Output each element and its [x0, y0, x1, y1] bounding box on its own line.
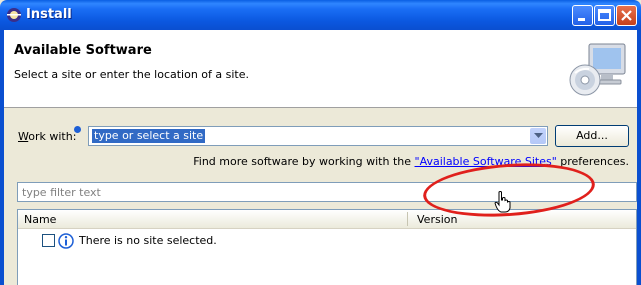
minimize-icon	[578, 18, 585, 21]
eclipse-app-icon	[7, 8, 21, 22]
page-title: Available Software	[14, 43, 152, 58]
close-button[interactable]	[616, 5, 637, 26]
add-button[interactable]: Add...	[555, 125, 629, 147]
work-with-combo[interactable]: type or select a site	[88, 126, 548, 146]
chevron-down-icon	[534, 133, 543, 138]
close-icon	[621, 10, 632, 21]
info-icon	[58, 233, 74, 249]
work-with-value[interactable]: type or select a site	[92, 129, 206, 143]
info-decoration-icon	[74, 126, 81, 133]
software-table[interactable]: Name Version There is no site selected.	[17, 209, 637, 285]
row-text: There is no site selected.	[79, 234, 217, 247]
window-title: Install	[26, 7, 72, 22]
column-header-version[interactable]: Version	[417, 213, 457, 226]
minimize-button[interactable]	[572, 5, 593, 26]
maximize-button[interactable]	[594, 5, 615, 26]
install-wizard-icon	[569, 43, 626, 96]
column-divider[interactable]	[407, 212, 408, 226]
filter-placeholder: type filter text	[22, 186, 101, 199]
combo-dropdown-button[interactable]	[530, 128, 546, 144]
page-header: Available Software Select a site or ente…	[4, 30, 637, 108]
page-description: Select a site or enter the location of a…	[14, 68, 250, 81]
table-header: Name Version	[18, 210, 636, 229]
title-bar[interactable]: Install	[0, 0, 641, 30]
hand-cursor-icon	[494, 191, 511, 213]
install-window: Install Available Software Select a site…	[0, 0, 641, 285]
dialog-content: Available Software Select a site or ente…	[4, 30, 637, 285]
work-with-label: Work with:	[18, 130, 77, 143]
row-checkbox[interactable]	[42, 234, 55, 247]
maximize-icon	[598, 9, 611, 21]
column-header-name[interactable]: Name	[24, 213, 56, 226]
